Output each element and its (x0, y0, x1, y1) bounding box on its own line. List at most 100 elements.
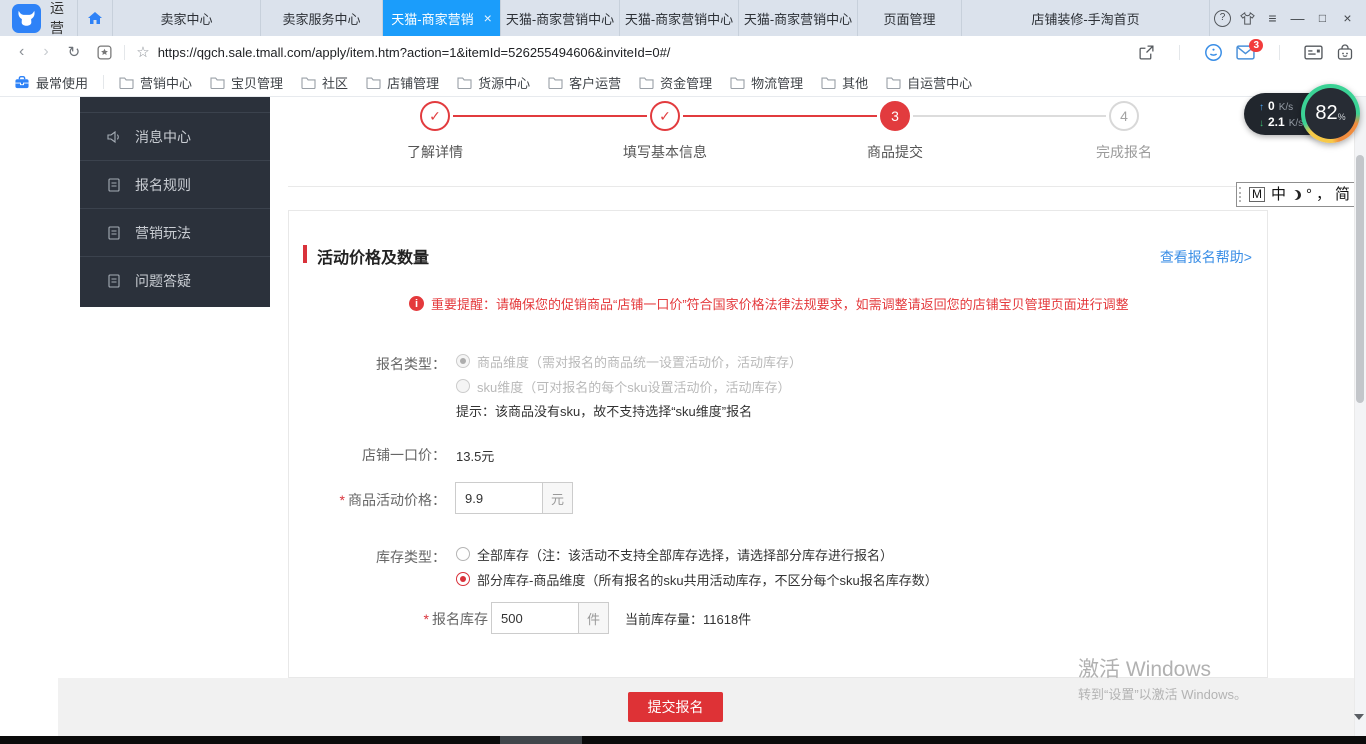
memory-gauge[interactable]: 82 % (1301, 84, 1360, 143)
section-accent-bar (303, 245, 307, 263)
activity-price-unit: 元 (543, 482, 573, 514)
browser-tab[interactable]: 卖家中心 (113, 0, 261, 36)
briefcase-icon (14, 75, 30, 90)
radio-item-dimension: 商品维度（需对报名的商品统一设置活动价，活动库存） (456, 352, 802, 370)
warning-text: 重要提醒：请确保您的促销商品“店铺一口价”符合国家价格法律法规要求，如需调整请返… (431, 294, 1129, 313)
step-circle: 4 (1109, 101, 1139, 131)
scrollbar-thumb[interactable] (1356, 155, 1364, 403)
bookmark-label: 其他 (842, 73, 868, 92)
radio-sku-dimension: sku维度（可对报名的每个sku设置活动价，活动库存） (456, 377, 790, 395)
ime-drag-handle[interactable] (1239, 187, 1245, 202)
tab-close-icon[interactable]: × (484, 11, 492, 25)
smiley-status-icon[interactable] (1204, 43, 1223, 62)
close-button[interactable]: × (1335, 10, 1360, 26)
info-icon: i (409, 296, 424, 311)
bookmark-folder[interactable]: 客户运营 (548, 73, 621, 92)
ime-lang-toggle[interactable]: 中 (1271, 187, 1286, 202)
bookmark-folder[interactable]: 物流管理 (730, 73, 803, 92)
step-circle: ✓ (420, 101, 450, 131)
help-button[interactable]: ? (1210, 10, 1235, 27)
bookmark-most-used[interactable]: 最常使用 (14, 73, 88, 92)
reload-icon[interactable]: ↻ (68, 45, 81, 60)
tab-home[interactable] (77, 0, 113, 36)
radio-label: 全部库存（注：该活动不支持全部库存选择，请选择部分库存进行报名） (477, 545, 893, 564)
bookmark-label: 宝贝管理 (231, 73, 283, 92)
apply-stock-input[interactable] (491, 602, 579, 634)
radio-icon[interactable] (456, 547, 470, 561)
tab-label: 卖家服务中心 (282, 9, 360, 28)
folder-icon (886, 76, 901, 89)
mail-icon[interactable]: 3 (1236, 45, 1255, 60)
bookmark-folder[interactable]: 其他 (821, 73, 868, 92)
windows-watermark-subtitle: 转到“设置”以激活 Windows。 (1078, 684, 1247, 703)
bookmark-label: 客户运营 (569, 73, 621, 92)
speaker-icon (106, 129, 122, 145)
bookmark-folder[interactable]: 营销中心 (119, 73, 192, 92)
memory-gauge-value: 82 (1315, 102, 1337, 125)
mail-badge: 3 (1249, 39, 1263, 52)
radio-all-stock[interactable]: 全部库存（注：该活动不支持全部库存选择，请选择部分库存进行报名） (456, 545, 893, 563)
bookmarks-bar: 最常使用 营销中心 宝贝管理 社区 店铺管理 货源中心 客户运营 资金管理 物流… (0, 68, 1366, 97)
back-icon[interactable]: ‹ (19, 44, 24, 60)
ime-punct-deg[interactable]: ° (1306, 187, 1312, 202)
moon-icon[interactable] (1291, 190, 1301, 200)
help-link[interactable]: 查看报名帮助> (1160, 247, 1252, 267)
browser-tab[interactable]: 页面管理 (858, 0, 962, 36)
sidebar-item-marketing-play[interactable]: 营销玩法 (80, 208, 270, 256)
bookmark-folder[interactable]: 宝贝管理 (210, 73, 283, 92)
address-bar-tools: 3 (1138, 43, 1354, 62)
id-card-icon[interactable] (1304, 45, 1323, 60)
browser-tab[interactable]: 天猫-商家营销中心 (620, 0, 739, 36)
activity-price-input[interactable] (455, 482, 543, 514)
step-3: 3 商品提交 (815, 101, 975, 162)
bookmark-label: 货源中心 (478, 73, 530, 92)
tab-label: 天猫-商家营销 (391, 9, 473, 28)
bookmark-folder[interactable]: 资金管理 (639, 73, 712, 92)
shopping-bag-icon[interactable] (1336, 43, 1354, 61)
maximize-button[interactable]: □ (1310, 11, 1335, 25)
browser-tab[interactable]: 天猫-商家营销中心 (739, 0, 858, 36)
activity-price-label: *商品活动价格： (289, 490, 446, 510)
scrollbar-down-arrow[interactable] (1354, 714, 1364, 720)
submit-button[interactable]: 提交报名 (628, 692, 723, 722)
browser-tab[interactable]: 店铺装修-手淘首页 (962, 0, 1210, 36)
browser-brand[interactable]: 运营 (0, 0, 77, 36)
taskbar-item[interactable] (500, 736, 582, 744)
ime-charset-toggle[interactable]: 简 (1335, 187, 1350, 202)
bookmark-folder[interactable]: 社区 (301, 73, 348, 92)
url-text[interactable]: https://qgch.sale.tmall.com/apply/item.h… (158, 45, 1138, 60)
current-stock-text: 当前库存量：11618件 (625, 609, 751, 628)
ime-punct-comma[interactable]: ， (1316, 187, 1331, 202)
doc-icon (106, 225, 122, 241)
sidebar-item-faq[interactable]: 问题答疑 (80, 256, 270, 304)
open-external-icon[interactable] (1138, 44, 1155, 61)
bookmark-folder[interactable]: 自运营中心 (886, 73, 972, 92)
sidebar-item-apply-rules[interactable]: 报名规则 (80, 160, 270, 208)
ime-mode-icon[interactable]: M (1249, 187, 1265, 202)
forward-icon[interactable]: › (43, 44, 48, 60)
minimize-button[interactable]: — (1285, 10, 1310, 26)
skin-icon[interactable] (1235, 11, 1260, 26)
sidebar-item-message-center[interactable]: 消息中心 (80, 112, 270, 160)
favorite-star-icon[interactable]: ☆ (136, 43, 149, 61)
browser-tab-active[interactable]: 天猫-商家营销 × (383, 0, 501, 36)
step-circle: ✓ (650, 101, 680, 131)
browser-tab[interactable]: 天猫-商家营销中心 (501, 0, 620, 36)
bookmark-label: 店铺管理 (387, 73, 439, 92)
radio-partial-stock[interactable]: 部分库存-商品维度（所有报名的sku共用活动库存，不区分每个sku报名库存数） (456, 570, 938, 588)
stock-type-label: 库存类型： (289, 547, 446, 567)
radio-label: sku维度（可对报名的每个sku设置活动价，活动库存） (477, 377, 790, 396)
upload-arrow-icon: ↑ (1259, 103, 1264, 113)
page-badge-icon[interactable] (96, 44, 113, 61)
memory-gauge-unit: % (1338, 112, 1346, 122)
required-mark: * (424, 611, 429, 627)
radio-icon-selected[interactable] (456, 572, 470, 586)
menu-button[interactable]: ≡ (1260, 10, 1285, 26)
bookmark-folder[interactable]: 店铺管理 (366, 73, 439, 92)
apply-type-label: 报名类型： (289, 354, 446, 374)
ime-toolbar[interactable]: M 中 ° ， 简 (1236, 182, 1366, 207)
browser-tab[interactable]: 卖家服务中心 (261, 0, 383, 36)
activity-panel: 活动价格及数量 查看报名帮助> i 重要提醒：请确保您的促销商品“店铺一口价”符… (288, 210, 1268, 678)
step-4: 4 完成报名 (1044, 101, 1204, 162)
bookmark-folder[interactable]: 货源中心 (457, 73, 530, 92)
